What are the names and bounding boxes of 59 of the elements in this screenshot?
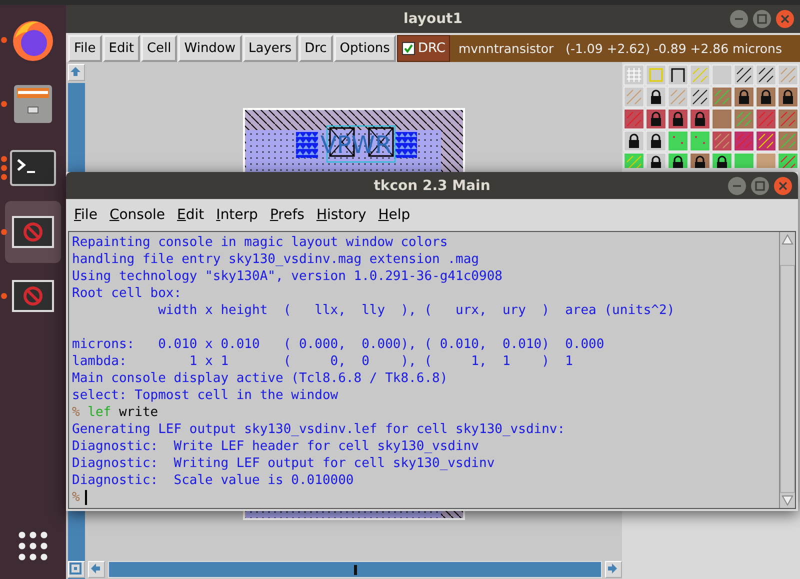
status-readout: mvnntransistor (-1.09 +2.62) -0.89 +2.86 microns xyxy=(450,35,800,62)
window-title: tkcon 2.3 Main xyxy=(374,178,490,194)
app-grid-icon[interactable] xyxy=(18,531,48,561)
console-line: Diagnostic: Write LEF header for cell sky130_vsdinv xyxy=(72,438,480,455)
console-line: width x height ( llx, lly ), ( urx, ury ) area (units^2) xyxy=(157,302,676,319)
menu-button[interactable]: Layers xyxy=(242,35,298,62)
arrow-right-icon xyxy=(606,562,619,575)
text-cursor xyxy=(84,490,87,505)
menu-item[interactable]: Prefs xyxy=(264,207,310,224)
checkbox[interactable] xyxy=(402,42,415,55)
arrow-up-icon xyxy=(69,65,82,78)
file-cabinet-icon[interactable] xyxy=(11,82,55,126)
scroll-up-button[interactable] xyxy=(780,232,795,247)
menu-item[interactable]: Interp xyxy=(210,207,264,224)
scroll-right-button[interactable] xyxy=(605,561,622,578)
drc-toggle[interactable]: DRC xyxy=(396,35,450,62)
menu-item[interactable]: Edit xyxy=(171,207,210,224)
menu-item[interactable]: Console xyxy=(103,207,172,224)
menu-item[interactable]: File xyxy=(68,207,104,224)
menu-item[interactable]: Help xyxy=(372,207,416,224)
console-line: Diagnostic: Writing LEF output for cell sky130_vsdinv xyxy=(72,455,496,472)
console-line: microns: 0.010 x 0.010 ( 0.000, 0.000), ( 0.010, 0.010) 0.000 xyxy=(72,336,606,353)
menu-button[interactable]: Edit xyxy=(102,35,140,62)
arrow-left-icon xyxy=(89,562,102,575)
console-line: Generating LEF output sky130_vsdinv.lef for cell sky130_vsdinv: xyxy=(72,421,566,438)
terminal-icon[interactable] xyxy=(10,150,56,186)
minimize-icon[interactable] xyxy=(728,8,750,30)
maximize-icon[interactable] xyxy=(751,8,773,30)
console-output[interactable] xyxy=(68,231,796,509)
console-line: handling file entry sky130_vsdinv.mag extension .mag xyxy=(72,251,480,268)
blocked-app-icon[interactable] xyxy=(12,280,54,312)
console-line: Using technology "sky130A", version 1.0.291-36-g41c0908 xyxy=(72,268,504,285)
console-line: Main console display active (Tcl8.6.8 / Tk8.6.8) xyxy=(72,370,449,387)
close-icon[interactable] xyxy=(774,8,796,30)
blocked-app-icon[interactable] xyxy=(12,216,54,248)
close-icon[interactable] xyxy=(772,175,794,197)
console-line: Root cell box: xyxy=(72,285,183,302)
scrollbar-thumb[interactable] xyxy=(354,564,356,574)
menu-item[interactable]: History xyxy=(310,207,372,224)
scrollbar-thumb[interactable] xyxy=(780,265,795,493)
menu-button[interactable]: File xyxy=(68,35,102,62)
horizontal-scrollbar[interactable] xyxy=(108,561,602,578)
command-line: % lef write xyxy=(72,404,160,421)
scroll-left-button[interactable] xyxy=(88,561,105,578)
console-line: lambda: 1 x 1 ( 0, 0 ), ( 1, 1 ) 1 xyxy=(72,353,574,370)
console-line: Diagnostic: Scale value is 0.010000 xyxy=(72,472,355,489)
window-title: layout1 xyxy=(404,11,462,27)
console-line: select: Topmost cell in the window xyxy=(72,387,340,404)
minimize-icon[interactable] xyxy=(726,175,748,197)
menu-button[interactable]: Cell xyxy=(140,35,178,62)
menu-button[interactable]: Drc xyxy=(298,35,333,62)
maximize-icon[interactable] xyxy=(749,175,771,197)
prompt-symbol: % xyxy=(72,490,80,505)
console-line: Repainting console in magic layout window colors xyxy=(72,234,449,251)
zoom-box-button[interactable] xyxy=(68,561,85,578)
menu-button[interactable]: Window xyxy=(178,35,242,62)
menu-button[interactable]: Options xyxy=(334,35,396,62)
scroll-up-button[interactable] xyxy=(68,64,85,81)
layer-palette-drawing[interactable] xyxy=(622,62,800,168)
